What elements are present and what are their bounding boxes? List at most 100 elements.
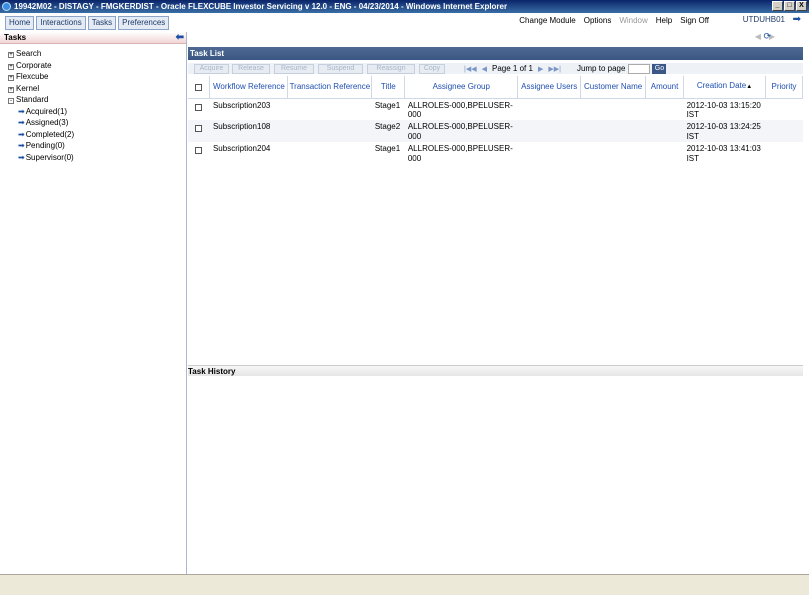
ie-logo-icon [2,2,11,11]
resume-button[interactable]: Resume [274,64,314,74]
column-header[interactable]: Customer Name [580,76,647,99]
acquire-button[interactable]: Acquire [194,64,229,74]
tab-tasks[interactable]: Tasks [87,16,117,30]
menu-change-module[interactable]: Change Module [519,16,575,25]
tree-item-assigned[interactable]: ➡Assigned(3) [18,117,186,129]
cell-users [518,142,581,164]
refresh-icon[interactable]: ⟳ [763,31,771,42]
row-checkbox[interactable] [195,147,203,154]
expand-icon[interactable]: + [8,52,14,58]
select-all-checkbox[interactable] [195,83,203,91]
tree-item-acquired[interactable]: ➡Acquired(1) [18,106,186,118]
tree-item-completed[interactable]: ➡Completed(2) [18,129,186,141]
cell-date: 2012-10-03 13:15:20 IST [686,100,761,120]
window-titlebar: 19942M02 - DISTAGY - FMGKERDIST - Oracle… [0,0,809,13]
task-tree: + Search + Corporate + Flexcube + Kernel - St… [0,44,186,163]
jump-to-page-input[interactable] [628,63,651,74]
column-header-creation-date[interactable]: Creation Date▲ [683,76,766,99]
last-page-icon[interactable]: ▶▶| [548,65,561,73]
column-header[interactable]: Assignee Group [404,76,519,99]
cell-txn [287,120,372,142]
arrow-right-icon: ➡ [18,152,25,162]
user-id: UTDUHB01 [742,15,785,24]
tree-item-pending[interactable]: ➡Pending(0) [18,140,186,152]
tab-home[interactable]: Home [5,16,35,30]
cell-workflow: Subscription108 [209,120,288,142]
cell-amount [646,98,684,120]
release-button[interactable]: Release [232,64,270,74]
cell-amount [645,120,684,142]
column-header[interactable]: Title [371,76,406,99]
go-button[interactable]: Go [652,63,667,74]
cell-customer [581,98,646,120]
arrow-right-icon: ➡ [18,106,25,116]
task-list-header: Task List [188,47,803,60]
column-header[interactable]: Transaction Reference [287,76,373,99]
cell-amount [646,142,684,164]
next-page-icon[interactable]: ▶ [538,65,543,73]
column-header[interactable]: Workflow Reference [209,76,289,99]
menu-sign-off[interactable]: Sign Off [680,16,709,25]
cell-priority [765,142,802,164]
tree-item-label: Flexcube [16,72,49,81]
tree-item-label: Search [16,49,42,58]
page-of-label: of [519,64,527,73]
jump-to-page-label: Jump to page [576,64,626,73]
cell-workflow: Subscription204 [212,144,271,153]
suspend-button[interactable]: Suspend [318,64,363,74]
arrow-left-icon[interactable]: ⬅ [176,32,184,43]
previous-page-icon[interactable]: ◀ [482,65,487,73]
tree-item-supervisor[interactable]: ➡Supervisor(0) [18,152,186,164]
expand-icon[interactable]: + [8,63,14,70]
menu-help[interactable]: Help [656,16,672,25]
tree-item-label: Assigned(3) [25,118,69,127]
close-button[interactable]: X [796,1,807,11]
cell-txn [288,142,372,164]
table-row[interactable]: Subscription203 Stage1 ALLROLES-000,BPEL… [188,98,803,120]
first-page-icon[interactable]: |◀◀ [464,65,477,73]
copy-button[interactable]: Copy [419,64,445,74]
task-list-title: Task List [190,49,225,58]
task-history-header: Task History [188,365,803,376]
cell-customer [580,120,646,142]
previous-icon: ◀ [754,32,761,41]
tab-preferences[interactable]: Preferences [118,16,170,30]
tree-item-flexcube[interactable]: + Flexcube [8,71,186,83]
arrow-right-icon[interactable]: ➡ [793,14,801,25]
tree-item-label: Supervisor(0) [25,152,74,162]
page-label: Page [491,64,511,73]
tree-item-kernel[interactable]: + Kernel [8,83,186,95]
arrow-right-icon: ➡ [18,129,25,139]
collapse-icon[interactable]: - [8,98,14,104]
tree-item-standard[interactable]: - Standard [8,94,186,106]
tree-item-label: Standard [16,95,49,104]
menu-options[interactable]: Options [584,16,612,25]
cell-date: 2012-10-03 13:41:03 IST [686,144,761,163]
page-number: 1 [512,64,518,73]
tab-interactions[interactable]: Interactions [36,16,86,30]
cell-priority [765,120,803,142]
column-header[interactable]: Assignee Users [517,76,582,99]
tree-item-corporate[interactable]: + Corporate [8,60,186,72]
arrow-right-icon: ➡ [18,118,25,127]
minimize-button[interactable]: _ [772,1,783,11]
cell-txn [288,98,372,120]
row-checkbox[interactable] [195,103,203,111]
tree-item-label: Pending(0) [25,141,65,150]
table-row[interactable]: Subscription204 Stage1 ALLROLES-000,BPEL… [188,142,803,164]
column-header[interactable]: Amount [645,76,685,99]
column-header[interactable]: Priority [765,76,804,99]
task-history-title: Task History [188,367,236,376]
restore-button[interactable]: □ [784,1,795,11]
reassign-button[interactable]: Reassign [367,64,415,74]
expand-icon[interactable]: + [8,75,14,81]
table-row[interactable]: Subscription108 Stage2 ALLROLES-000,BPEL… [188,120,803,142]
expand-icon[interactable]: + [8,86,14,93]
row-checkbox[interactable] [195,125,203,132]
sort-ascending-icon: ▲ [746,84,753,91]
tree-item-search[interactable]: + Search [8,48,186,60]
arrow-right-icon: ➡ [18,141,25,150]
tasks-panel-header: Tasks ⬅ [0,32,186,44]
cell-group: ALLROLES-000,BPELUSER-000 [404,120,518,142]
task-toolbar: Acquire Release Resume Suspend Reassign … [188,63,803,74]
